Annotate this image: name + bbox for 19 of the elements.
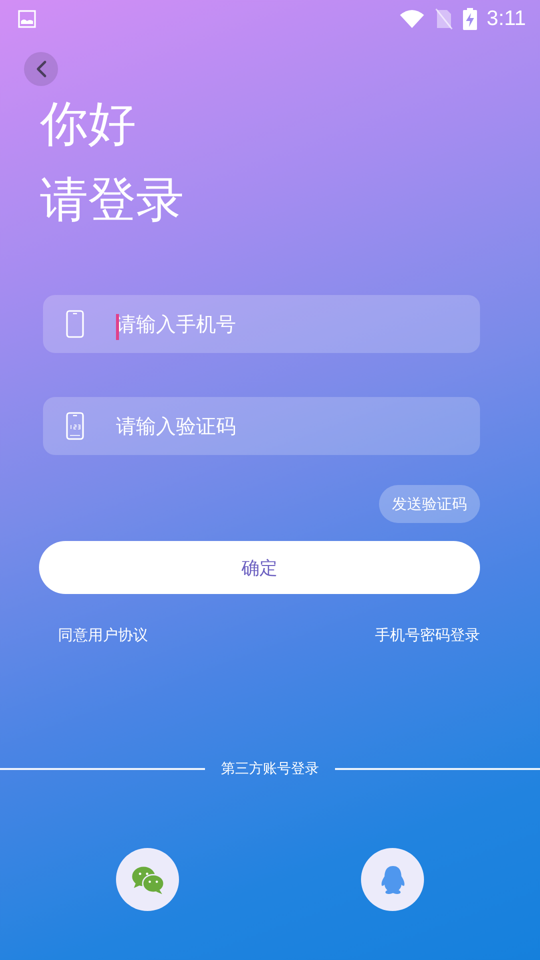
chat-bubbles-icon: [130, 864, 166, 894]
link[interactable]: 手机号密码登录: [375, 626, 480, 645]
battery-charging-icon: [462, 8, 477, 30]
input-field[interactable]: 请输入验证码: [43, 397, 480, 455]
image-icon: [18, 10, 36, 28]
phone-icon: [66, 310, 84, 338]
link[interactable]: 同意用户协议: [58, 626, 148, 645]
text-input[interactable]: 请输入验证码: [116, 414, 480, 438]
phone-code-icon: [66, 412, 84, 440]
wifi-icon: [398, 9, 425, 29]
back-button[interactable]: [24, 52, 58, 86]
send-code-button[interactable]: 发送验证码: [379, 485, 480, 523]
confirm-button[interactable]: 确定: [39, 541, 480, 594]
section-label: 第三方账号登录: [221, 760, 319, 778]
heading: 你好: [40, 96, 137, 152]
no-sim-icon: [434, 8, 453, 30]
penguin-icon: [378, 864, 406, 894]
clock: 3:11: [486, 7, 526, 31]
heading: 请登录: [40, 172, 184, 228]
